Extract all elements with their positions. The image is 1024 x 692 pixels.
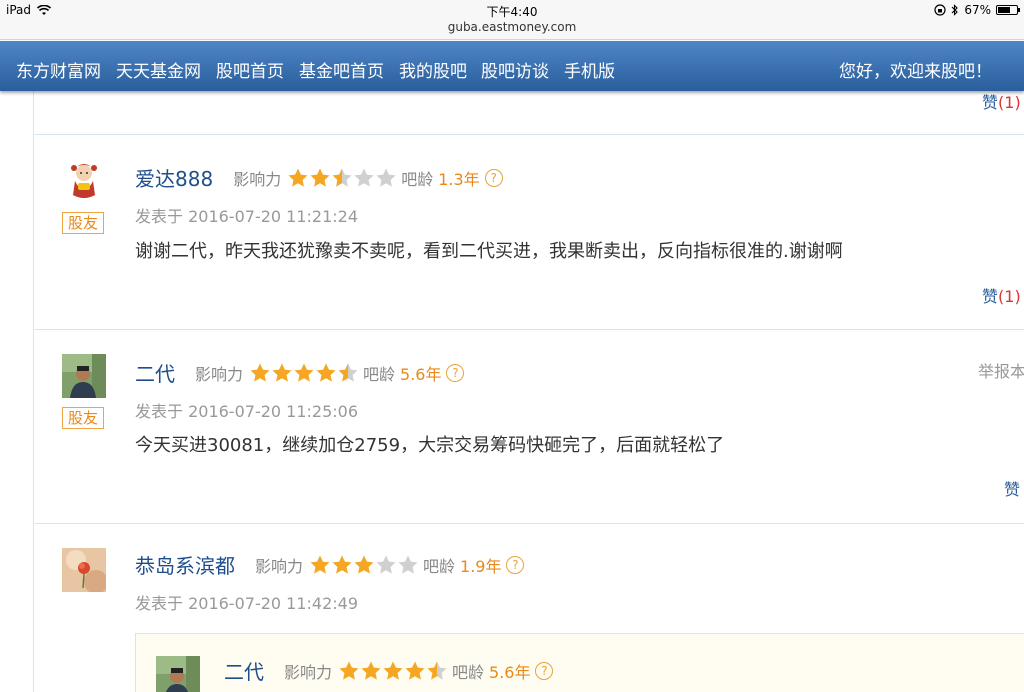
username[interactable]: 恭岛系滨都 (135, 550, 235, 579)
status-right: 67% (934, 3, 1020, 17)
nav-link-interview[interactable]: 股吧访谈 (481, 57, 549, 82)
nav-link-fund[interactable]: 天天基金网 (116, 57, 201, 82)
nav-greeting: 您好，欢迎来股吧！ (839, 62, 992, 82)
influence-stars (338, 660, 448, 682)
status-bar: iPad 下午4:40 guba.eastmoney.com 67% (0, 0, 1024, 40)
post-text: 今天买进30081，继续加仓2759，大宗交易筹码快砸完了，后面就轻松了 (135, 435, 725, 456)
age-label: 吧龄 (401, 169, 434, 189)
question-icon[interactable]: ? (535, 661, 554, 680)
post-text: 谢谢二代，昨天我还犹豫卖不卖呢，看到二代买进，我果断卖出，反向指标很准的.谢谢啊 (135, 241, 843, 262)
bluetooth-icon (951, 4, 959, 16)
star-icon (354, 168, 374, 187)
question-icon[interactable]: ? (484, 168, 503, 187)
nav-link-my-guba[interactable]: 我的股吧 (399, 57, 467, 82)
avatar[interactable] (62, 548, 106, 592)
star-icon (354, 555, 374, 574)
avatar[interactable] (62, 354, 106, 398)
nav-link-guba-home[interactable]: 股吧首页 (216, 57, 284, 82)
post-time: 发表于 2016-07-20 11:25:06 (135, 402, 359, 421)
avatar-image (62, 548, 106, 592)
star-icon (316, 363, 336, 382)
nav-link-fund-bar-home[interactable]: 基金吧首页 (299, 57, 384, 82)
user-badge: 股友 (62, 407, 104, 429)
nav-link-eastmoney[interactable]: 东方财富网 (16, 57, 101, 82)
status-time: 下午4:40 (486, 5, 538, 19)
username[interactable]: 爱达888 (135, 163, 213, 192)
age-value: 5.6年 (400, 364, 442, 384)
star-icon (376, 168, 396, 187)
age-value: 1.3年 (438, 169, 480, 189)
age-label: 吧龄 (363, 364, 396, 384)
star-icon (427, 661, 447, 680)
question-icon[interactable]: ? (446, 363, 465, 382)
user-info: 恭岛系滨都 影响力 吧龄 1.9年 ? (135, 550, 525, 579)
influence-stars (249, 362, 359, 384)
influence-label: 影响力 (195, 364, 244, 384)
reply-item-previous: 赞(1) (34, 91, 1024, 135)
like-button[interactable]: 赞 (1004, 476, 1020, 500)
address-url[interactable]: guba.eastmoney.com (0, 20, 1024, 34)
star-icon (405, 661, 425, 680)
avatar-image (62, 354, 106, 398)
avatar-image (156, 656, 200, 692)
star-icon (383, 661, 403, 680)
influence-label: 影响力 (233, 169, 282, 189)
star-icon (310, 555, 330, 574)
influence-stars (309, 554, 419, 576)
avatar[interactable] (62, 159, 106, 203)
user-info: 二代 影响力 吧龄 5.6年 ? (135, 358, 465, 387)
user-info: 爱达888 影响力 吧龄 1.3年 ? (135, 163, 503, 192)
star-icon (398, 555, 418, 574)
star-icon (272, 363, 292, 382)
age-value: 1.9年 (460, 556, 502, 576)
star-icon (338, 363, 358, 382)
report-link[interactable]: 举报本 (978, 358, 1024, 382)
influence-stars (287, 167, 397, 189)
user-badge: 股友 (62, 212, 104, 234)
avatar-image (62, 159, 106, 203)
username[interactable]: 二代 (224, 656, 264, 685)
reply-list: 赞(1) 股友 爱达888 影响力 吧龄 1.3年 ? 发表于 2016-07-… (33, 91, 1024, 692)
question-icon[interactable]: ? (506, 555, 525, 574)
star-icon (250, 363, 270, 382)
lock-rotation-icon (934, 4, 946, 16)
star-icon (332, 555, 352, 574)
post-time: 发表于 2016-07-20 11:21:24 (135, 207, 359, 226)
star-icon (310, 168, 330, 187)
battery-fill (998, 7, 1010, 13)
reply-item: 股友 二代 影响力 吧龄 5.6年 ? 发表于 2016-07-20 11:25… (34, 330, 1024, 524)
quote-user-info: 二代 影响力 吧龄 5.6年 ? (224, 656, 554, 685)
quoted-reply: 二代 影响力 吧龄 5.6年 ? (135, 633, 1024, 692)
battery-icon (996, 5, 1020, 15)
reply-item: 股友 爱达888 影响力 吧龄 1.3年 ? 发表于 2016-07-20 11… (34, 135, 1024, 330)
age-label: 吧龄 (452, 662, 485, 682)
battery-percent: 67% (964, 3, 991, 17)
quote-avatar[interactable] (156, 656, 200, 692)
top-nav: 东方财富网 天天基金网 股吧首页 基金吧首页 我的股吧 股吧访谈 手机版 您好，… (0, 41, 1024, 91)
star-icon (339, 661, 359, 680)
star-icon (376, 555, 396, 574)
influence-label: 影响力 (255, 556, 304, 576)
like-button[interactable]: 赞(1) (982, 91, 1021, 113)
star-icon (294, 363, 314, 382)
star-icon (361, 661, 381, 680)
username[interactable]: 二代 (135, 358, 175, 387)
star-icon (288, 168, 308, 187)
age-value: 5.6年 (489, 662, 531, 682)
like-button[interactable]: 赞(1) (982, 283, 1021, 307)
influence-label: 影响力 (284, 662, 333, 682)
age-label: 吧龄 (423, 556, 456, 576)
star-icon (332, 168, 352, 187)
nav-link-mobile[interactable]: 手机版 (564, 57, 615, 82)
post-time: 发表于 2016-07-20 11:42:49 (135, 594, 359, 613)
